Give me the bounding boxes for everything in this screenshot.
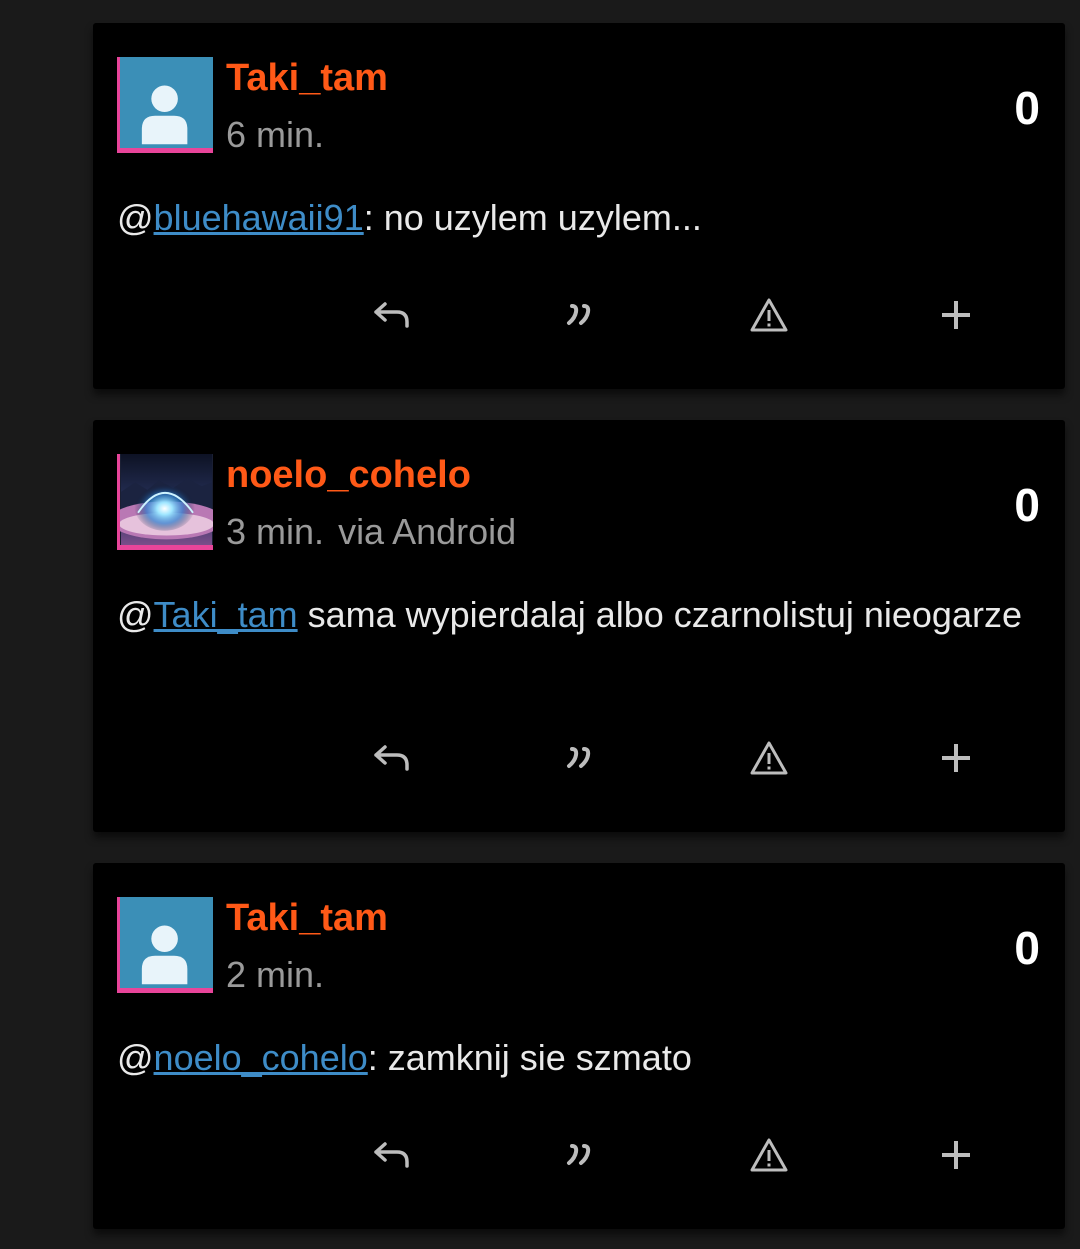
comment-text: : no uzylem uzylem... <box>363 197 702 238</box>
photo-avatar-dome-icon <box>120 454 213 545</box>
comment-body: @bluehawaii91: no uzylem uzylem... <box>117 195 1037 241</box>
reply-icon <box>374 745 409 771</box>
comment-card: Taki_tam 6 min. 0 @bluehawaii91: no uzyl… <box>93 23 1065 389</box>
comment-time: 2 min. <box>226 954 325 995</box>
comment-time: 6 min. <box>226 114 325 155</box>
reply-icon <box>374 302 409 328</box>
plus-icon <box>942 744 970 772</box>
report-button[interactable] <box>739 1125 799 1185</box>
default-user-avatar-icon <box>121 57 212 148</box>
user-mention-link[interactable]: Taki_tam <box>154 594 298 635</box>
vote-count: 0 <box>1014 922 1040 974</box>
upvote-button[interactable] <box>926 728 986 788</box>
report-icon <box>750 741 788 775</box>
comment-actions <box>93 1125 1065 1185</box>
comment-body: @Taki_tam sama wypierdalaj albo czarnoli… <box>117 592 1037 638</box>
reply-icon <box>374 1142 409 1168</box>
user-mention-link[interactable]: bluehawaii91 <box>154 197 364 238</box>
comment-actions <box>93 728 1065 788</box>
comment-body: @noelo_cohelo: zamknij sie szmato <box>117 1035 1037 1081</box>
comment-card: Taki_tam 2 min. 0 @noelo_cohelo: zamknij… <box>93 863 1065 1229</box>
plus-icon <box>942 301 970 329</box>
quote-button[interactable] <box>549 728 609 788</box>
mention-prefix: @ <box>117 197 154 238</box>
quote-icon <box>567 747 591 768</box>
author-name[interactable]: noelo_cohelo <box>226 456 471 494</box>
mention-prefix: @ <box>117 1037 154 1078</box>
comment-actions <box>93 285 1065 345</box>
upvote-button[interactable] <box>926 1125 986 1185</box>
vote-count: 0 <box>1014 479 1040 531</box>
author-name[interactable]: Taki_tam <box>226 899 388 937</box>
plus-icon <box>942 1141 970 1169</box>
report-icon <box>750 298 788 332</box>
comment-via: via Android <box>338 511 517 552</box>
comment-meta: 2 min. <box>226 957 324 993</box>
comment-card: noelo_cohelo 3 min. via Android 0 @Taki_… <box>93 420 1065 832</box>
comment-text: sama wypierdalaj albo czarnolistuj nieog… <box>297 594 1022 635</box>
user-mention-link[interactable]: noelo_cohelo <box>154 1037 368 1078</box>
comment-text: : zamknij sie szmato <box>367 1037 692 1078</box>
report-button[interactable] <box>739 285 799 345</box>
reply-button[interactable] <box>362 285 422 345</box>
quote-button[interactable] <box>549 285 609 345</box>
report-button[interactable] <box>739 728 799 788</box>
comment-time: 3 min. <box>226 511 325 552</box>
reply-button[interactable] <box>362 1125 422 1185</box>
quote-button[interactable] <box>549 1125 609 1185</box>
user-avatar[interactable] <box>117 454 213 550</box>
user-avatar[interactable] <box>117 897 213 993</box>
vote-count: 0 <box>1014 82 1040 134</box>
quote-icon <box>567 1144 591 1165</box>
default-user-avatar-icon <box>121 897 212 988</box>
mention-prefix: @ <box>117 594 154 635</box>
user-avatar[interactable] <box>117 57 213 153</box>
reply-button[interactable] <box>362 728 422 788</box>
report-icon <box>750 1138 788 1172</box>
author-name[interactable]: Taki_tam <box>226 59 388 97</box>
quote-icon <box>567 304 591 325</box>
comment-meta: 3 min. via Android <box>226 514 516 550</box>
comment-meta: 6 min. <box>226 117 324 153</box>
upvote-button[interactable] <box>926 285 986 345</box>
